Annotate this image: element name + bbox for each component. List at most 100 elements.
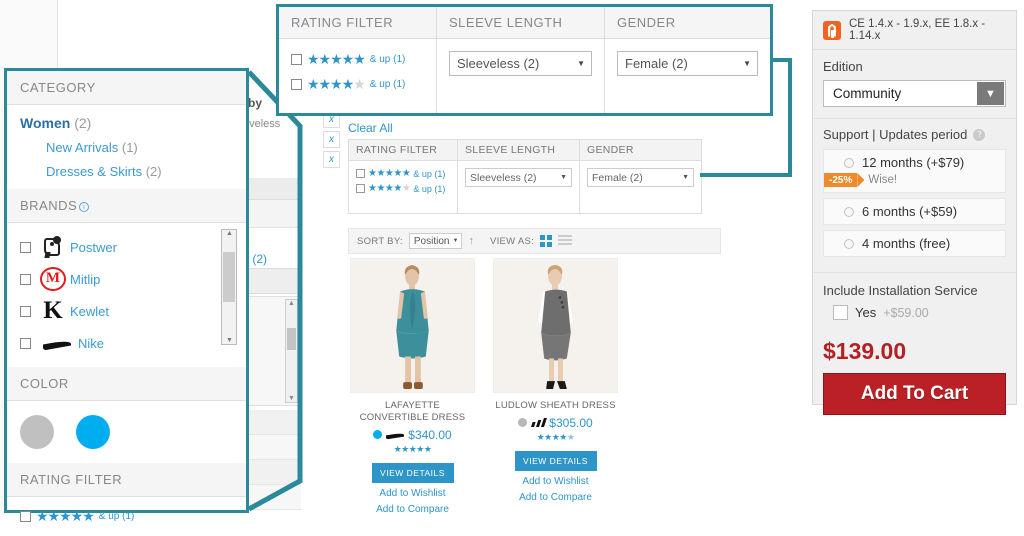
product-price: $340.00 xyxy=(408,427,452,442)
brand-row-mitlip[interactable]: M Mitlip xyxy=(20,263,233,295)
view-details-button[interactable]: VIEW DETAILS xyxy=(514,450,597,471)
product-image[interactable] xyxy=(493,258,618,393)
color-swatch-blue[interactable] xyxy=(76,415,110,449)
inline-gender-select[interactable]: Female (2) ▼ xyxy=(587,168,694,187)
support-option-6-label: 6 months (+$59) xyxy=(862,204,958,219)
checkbox-icon[interactable] xyxy=(20,273,31,285)
support-option-6-months[interactable]: 6 months (+$59) xyxy=(823,198,1006,225)
inline-rating-suffix-5: & up (1) xyxy=(413,168,446,179)
discount-note: Wise! xyxy=(868,174,898,186)
callout-rating-option-4[interactable]: ★★★★★ & up (1) xyxy=(291,76,424,93)
radio-icon[interactable] xyxy=(844,206,854,217)
product-title[interactable]: LUDLOW SHEATH DRESS xyxy=(493,400,618,412)
product-color-swatch[interactable] xyxy=(373,430,383,440)
list-view-icon[interactable] xyxy=(557,235,572,247)
category-dresses-label: Dresses & Skirts xyxy=(46,164,143,179)
brands-scrollbar[interactable]: ▲ ▼ xyxy=(221,229,237,345)
callout-rating-option-5[interactable]: ★★★★★ & up (1) xyxy=(291,51,424,68)
support-option-4-months[interactable]: 4 months (free) xyxy=(823,230,1006,257)
radio-icon[interactable] xyxy=(844,157,854,168)
sort-by-value: Position xyxy=(413,235,450,247)
color-swatch-gray[interactable] xyxy=(20,415,54,449)
product-rating-stars-icon: ★★★★★ xyxy=(536,431,575,442)
chevron-down-icon: ▼ xyxy=(452,238,459,244)
support-period-section: Support | Updates period ? 12 months (+$… xyxy=(813,119,1016,273)
inline-sleeve-select[interactable]: Sleeveless (2) ▼ xyxy=(465,168,572,187)
scrollbar-thumb[interactable] xyxy=(223,252,235,302)
callout-gender-value: Female (2) xyxy=(625,56,688,71)
support-label-row: Support | Updates period ? xyxy=(823,127,1006,142)
scrollbar-thumb[interactable] xyxy=(287,328,296,350)
support-option-12-months[interactable]: 12 months (+$79) -25% Wise! xyxy=(823,149,1006,193)
chevron-down-icon[interactable]: ▼ xyxy=(977,82,1004,105)
brand-row-postwer[interactable]: Postwer xyxy=(20,231,233,263)
inline-rating-option-5[interactable]: ★★★★★ & up (1) xyxy=(356,168,450,179)
product-card: LUDLOW SHEATH DRESS $305.00 ★★★★★ VIEW D… xyxy=(493,258,618,515)
callout-sleeve-length-column: SLEEVE LENGTH Sleeveless (2) ▼ xyxy=(437,7,605,113)
product-rating-stars-icon: ★★★★★ xyxy=(393,443,432,454)
grid-view-icon[interactable] xyxy=(540,235,552,247)
callout-gender-select[interactable]: Female (2) ▼ xyxy=(617,51,758,76)
clear-all-link[interactable]: Clear All xyxy=(348,121,393,135)
installation-service-section: Include Installation Service Yes +$59.00 xyxy=(813,273,1016,326)
inline-gender-value: Female (2) xyxy=(592,171,643,184)
installation-label: Include Installation Service xyxy=(823,283,978,298)
callout-sleeve-select[interactable]: Sleeveless (2) ▼ xyxy=(449,51,592,76)
mitlip-m-circle-logo-icon: M xyxy=(38,267,68,291)
checkbox-icon[interactable] xyxy=(291,54,302,65)
callout-rating-suffix-4: & up (1) xyxy=(369,79,406,90)
sort-ascending-arrow-icon[interactable]: ↑ xyxy=(468,235,474,247)
callout-rating-filter-column: RATING FILTER ★★★★★ & up (1) ★★★★★ & up … xyxy=(279,7,437,113)
background-scrollbar[interactable]: ▲ ▼ xyxy=(285,299,298,403)
callout-rating-filter-header: RATING FILTER xyxy=(279,7,436,39)
product-title[interactable]: LAFAYETTE CONVERTIBLE DRESS xyxy=(350,400,475,424)
sort-by-select[interactable]: Position ▼ xyxy=(408,233,463,249)
brands-section-body: ▲ ▼ Postwer M Mitlip K Kewlet Nike xyxy=(7,223,246,367)
category-item-women[interactable]: Women (2) xyxy=(20,115,233,131)
checkbox-icon[interactable] xyxy=(356,169,365,178)
scroll-down-icon[interactable]: ▼ xyxy=(288,395,295,402)
info-icon[interactable]: i xyxy=(79,202,90,212)
checkbox-icon[interactable] xyxy=(20,241,31,253)
category-item-dresses-skirts[interactable]: Dresses & Skirts (2) xyxy=(46,164,233,179)
category-item-new-arrivals[interactable]: New Arrivals (1) xyxy=(46,140,233,155)
brand-row-nike[interactable]: Nike xyxy=(20,327,233,359)
checkbox-icon[interactable] xyxy=(833,305,848,320)
rating-filter-section-body[interactable]: ★★★★★ & up (1) xyxy=(7,497,246,536)
remove-filter-icon-3[interactable]: x xyxy=(323,151,340,168)
support-label: Support | Updates period xyxy=(823,127,968,142)
help-circle-icon[interactable]: ? xyxy=(973,128,986,141)
inline-filter-rating-header: RATING FILTER xyxy=(349,140,457,161)
add-to-wishlist-link[interactable]: Add to Wishlist xyxy=(350,488,475,499)
product-color-swatch[interactable] xyxy=(518,418,528,428)
add-to-wishlist-link[interactable]: Add to Wishlist xyxy=(493,476,618,487)
sort-by-label: SORT BY: xyxy=(357,235,403,247)
radio-icon[interactable] xyxy=(844,238,854,249)
checkbox-icon[interactable] xyxy=(356,184,365,193)
add-to-cart-button[interactable]: Add To Cart xyxy=(823,373,1006,415)
background-panel-strip-a xyxy=(243,178,301,200)
checkbox-icon[interactable] xyxy=(291,79,302,90)
checkbox-icon[interactable] xyxy=(20,337,31,349)
inline-rating-option-4[interactable]: ★★★★★ & up (1) xyxy=(356,183,450,194)
installation-checkbox-row[interactable]: Yes +$59.00 xyxy=(833,305,1006,320)
view-details-button[interactable]: VIEW DETAILS xyxy=(371,462,454,483)
scroll-down-icon[interactable]: ▼ xyxy=(226,337,233,344)
edition-select[interactable]: Community ▼ xyxy=(823,80,1006,107)
kewlet-k-logo-icon: K xyxy=(43,297,63,324)
remove-filter-icon-2[interactable]: x xyxy=(323,131,340,148)
scroll-up-icon[interactable]: ▲ xyxy=(226,230,233,237)
add-to-compare-link[interactable]: Add to Compare xyxy=(493,492,618,503)
edition-value: Community xyxy=(833,86,902,101)
product-image[interactable] xyxy=(350,258,475,393)
checkbox-icon[interactable] xyxy=(20,305,31,317)
callout-sleeve-header: SLEEVE LENGTH xyxy=(437,7,604,39)
scroll-up-icon[interactable]: ▲ xyxy=(288,300,295,307)
brand-row-kewlet[interactable]: K Kewlet xyxy=(20,295,233,327)
product-meta-row: $305.00 xyxy=(493,416,618,430)
callout-gender-header: GENDER xyxy=(605,7,770,39)
product-meta-row: $340.00 xyxy=(350,428,475,442)
add-to-compare-link[interactable]: Add to Compare xyxy=(350,504,475,515)
support-option-4-label: 4 months (free) xyxy=(862,236,951,251)
callout-rating-suffix-5: & up (1) xyxy=(369,54,406,65)
